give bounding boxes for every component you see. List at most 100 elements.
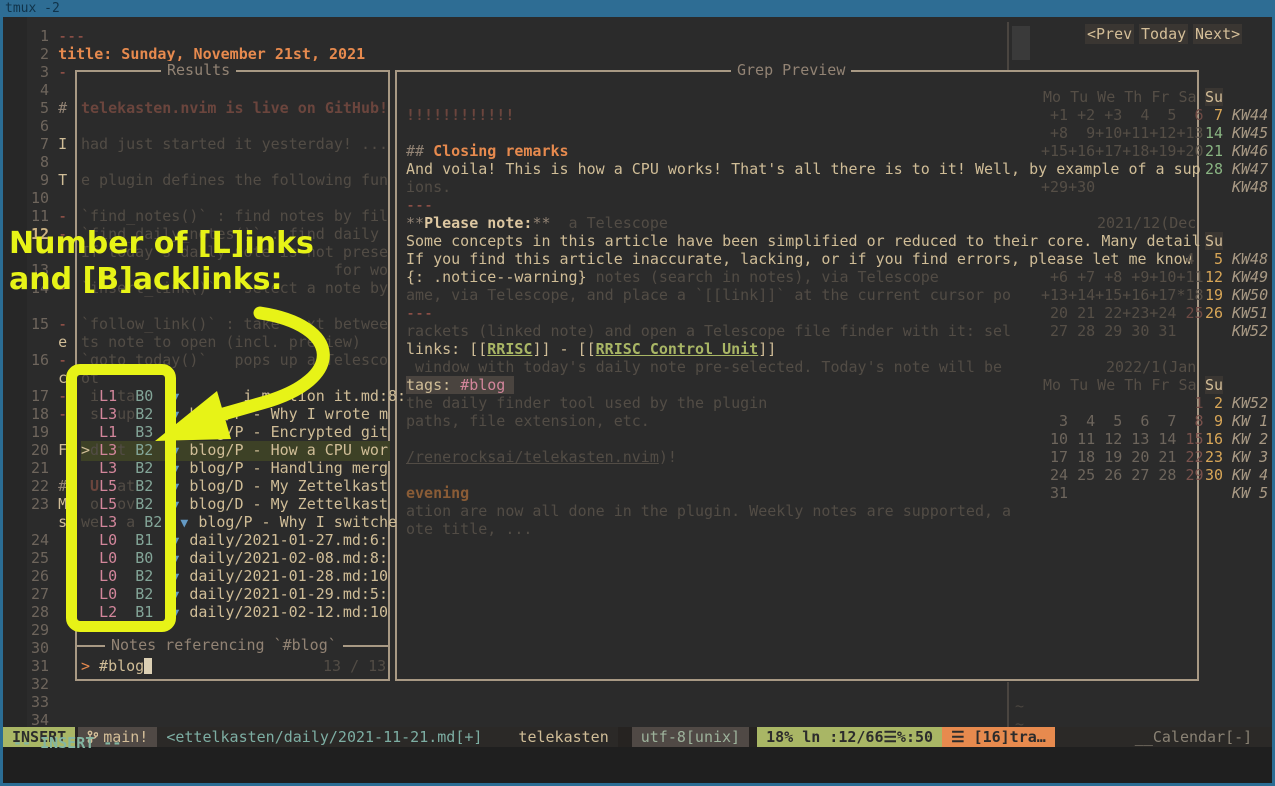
text-row: KW 3 [1232, 448, 1268, 466]
text-row: 4 [31, 81, 49, 99]
text-row: 27 [31, 585, 49, 603]
command-line-area [3, 747, 1272, 783]
text-row: KW48 [1232, 178, 1268, 196]
preview-border-bottom [395, 679, 1199, 681]
cursor-block [144, 658, 152, 674]
calendar-today-button[interactable]: Today [1139, 24, 1188, 44]
cursor-position: 18% ln :12/66☰%:50 [757, 727, 942, 747]
text-row: 28 [1205, 160, 1223, 178]
text-row: 10 [31, 189, 49, 207]
text-row: 10 11 12 13 14 15 [1041, 430, 1204, 448]
text-row: 24 [31, 531, 49, 549]
insert-mode-message: -- INSERT -- [13, 734, 121, 752]
text-row: 2 [1205, 394, 1223, 412]
text-row: KW52 [1232, 394, 1268, 412]
text-row: 21 [1205, 142, 1223, 160]
text-row: 33 [31, 693, 49, 711]
results-border-right [388, 70, 390, 645]
text-row: 26 [31, 567, 49, 585]
text-row: links: [[RRISC]] - [[RRISC Control Unit]… [406, 340, 776, 358]
text-row: /renerocksai/telekasten.nvim)! [406, 448, 677, 466]
text-row: KW44 [1232, 106, 1268, 124]
text-row: And voila! This is how a CPU works! That… [406, 160, 1201, 178]
statusline-end [1261, 727, 1272, 747]
text-row: 1 --- [31, 27, 85, 45]
text-row: --- [406, 304, 433, 322]
text-row: telekasten.nvim is live on GitHub! [81, 99, 388, 117]
text-row: +13+14+15+16+17*18 [1041, 286, 1204, 304]
text-row: 30 [1205, 466, 1223, 484]
text-row: 30 [31, 639, 49, 657]
calendar-prev-button[interactable]: <Prev [1085, 24, 1134, 44]
text-row: Mo Tu We Th Fr Sa [1043, 88, 1197, 106]
text-row: 20 F [31, 441, 67, 459]
text-row: window with today's daily note pre-selec… [406, 358, 1002, 376]
text-row: +6 +7 +8 +9+10+11 [1041, 268, 1204, 286]
calendar-scrollbar[interactable] [1012, 26, 1030, 60]
text-row: 12 [1205, 268, 1223, 286]
text-row: 17 18 19 20 21 22 [1041, 448, 1204, 466]
text-row: tags: #blog [406, 376, 514, 394]
text-row: Su [1205, 232, 1223, 250]
text-row: KW49 [1232, 268, 1268, 286]
text-row: 1 [1041, 394, 1204, 412]
annotation-arrow [135, 283, 365, 453]
plugin-name: telekasten [509, 727, 617, 747]
text-row: 22 # [31, 477, 67, 495]
text-row: 32 [31, 675, 49, 693]
terminal-window: tmux -2 <Prev Today Next> Results Grep P… [0, 0, 1275, 786]
text-row: 16 - [31, 351, 67, 369]
text-row: 19 [1205, 286, 1223, 304]
text-row: 21 [31, 459, 49, 477]
text-row: 23 [1205, 448, 1223, 466]
text-row: 9 T [31, 171, 67, 189]
text-row: 23 M [31, 495, 67, 513]
text-row: 5 [1205, 250, 1223, 268]
text-row: 3 4 5 6 7 8 [1041, 412, 1204, 430]
encoding-indicator: utf-8[unix] [632, 727, 749, 747]
text-row: +29+30 [1041, 178, 1095, 196]
text-row: rackets (linked note) and open a Telesco… [406, 322, 1011, 340]
text-row: 7 [1205, 106, 1223, 124]
text-row: `find_notes()` : find notes by fil [81, 207, 388, 225]
window-separator [1007, 682, 1009, 727]
text-row: KW52 [1232, 322, 1268, 340]
text-row: had just started it yesterday! ... [81, 135, 388, 153]
preview-pane-title: Grep Preview [731, 61, 851, 79]
text-row: 2022/1(Jan [1106, 358, 1196, 376]
calendar-window-status: __Calendar[-] [1055, 727, 1261, 747]
text-row: paths, file extension, etc. [406, 412, 650, 430]
text-row: ame, via Telescope, and place a `[[link]… [406, 286, 1011, 304]
text-row: the daily finder tool used by the plugin [406, 394, 767, 412]
status-line: INSERT main! <ettelkasten/daily/2021-11-… [3, 727, 1272, 747]
text-row: 6 [31, 117, 49, 135]
text-row: e plugin defines the following fun [81, 171, 388, 189]
prompt-border-bottom [75, 679, 390, 681]
text-row: KW47 [1232, 160, 1268, 178]
prompt-pane-title: Notes referencing `#blog` [105, 636, 343, 654]
prompt-border-left [75, 645, 77, 681]
text-row: Mo Tu We Th Fr Sa [1043, 376, 1197, 394]
tmux-title: tmux -2 [5, 1, 60, 16]
text-row: KW 5 [1232, 484, 1268, 502]
text-row: ## Closing remarks [406, 142, 569, 160]
text-row: 15 - [31, 315, 67, 333]
prompt-input[interactable]: > #blog [81, 657, 152, 675]
text-row: KW46 [1232, 142, 1268, 160]
text-row: 3 - [31, 63, 67, 81]
text-row: ote title, ... [406, 520, 532, 538]
text-row: +15+16+17+18+19+20 [1041, 142, 1204, 160]
text-row: 31 [31, 657, 49, 675]
text-row: 26 [1205, 304, 1223, 322]
text-row: 20 21 22+23+24 25 [1041, 304, 1204, 322]
text-row: +1 +2 +3 4 5 6 [1041, 106, 1204, 124]
sign-column [3, 17, 27, 727]
text-row: KW45 [1232, 124, 1268, 142]
statusline-filler [491, 727, 509, 747]
text-row: KW51 [1232, 304, 1268, 322]
text-row: KW 1 [1232, 412, 1268, 430]
calendar-next-button[interactable]: Next> [1193, 24, 1242, 44]
text-row: 16 [1205, 430, 1223, 448]
text-row: Some concepts in this article have been … [406, 232, 1201, 250]
text-row: 8 [31, 153, 49, 171]
